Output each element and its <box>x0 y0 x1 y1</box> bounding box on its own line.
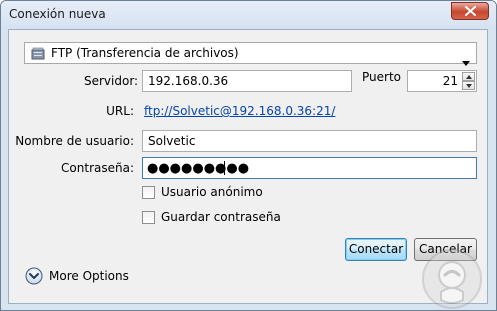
connection-type-select[interactable]: FTP (Transferencia de archivos) <box>24 42 477 66</box>
anonymous-user-label: Usuario anónimo <box>161 185 263 199</box>
title-bar[interactable]: Conexión nueva <box>1 1 496 29</box>
port-label: Puerto <box>362 70 401 84</box>
port-value: 21 <box>442 74 458 88</box>
username-label: Nombre de usuario: <box>15 134 134 148</box>
port-decrement-button[interactable] <box>462 81 475 90</box>
watermark-logo <box>421 248 483 310</box>
password-value: ●●●●●●●●● <box>147 161 250 176</box>
text-caret <box>224 161 225 175</box>
url-label: URL: <box>106 104 134 118</box>
spin-down-icon <box>466 84 472 88</box>
connect-button[interactable]: Conectar <box>345 238 407 261</box>
spin-up-icon <box>466 75 472 79</box>
more-options-label: More Options <box>49 269 129 283</box>
close-button[interactable] <box>451 2 489 20</box>
port-input[interactable]: 21 <box>407 70 477 92</box>
anonymous-user-option[interactable]: Usuario anónimo <box>142 185 282 201</box>
password-input[interactable]: ●●●●●●●●● <box>142 157 477 179</box>
username-input[interactable]: Solvetic <box>142 130 477 152</box>
connection-type-value: FTP (Transferencia de archivos) <box>51 46 239 60</box>
server-label: Servidor: <box>84 74 139 88</box>
server-input[interactable]: 192.168.0.36 <box>142 70 352 92</box>
dialog-body: FTP (Transferencia de archivos) Servidor… <box>8 29 488 309</box>
anonymous-user-checkbox[interactable] <box>142 186 155 199</box>
dropdown-arrow-icon[interactable] <box>462 51 470 70</box>
save-password-option[interactable]: Guardar contraseña <box>142 210 292 226</box>
chevron-down-circle-icon[interactable] <box>25 267 43 285</box>
port-increment-button[interactable] <box>462 72 475 81</box>
ftp-drive-icon <box>31 46 45 65</box>
password-label: Contraseña: <box>61 161 134 175</box>
window-title: Conexión nueva <box>9 7 106 21</box>
save-password-label: Guardar contraseña <box>161 210 281 224</box>
dialog-window: Conexión nueva FTP (Transferencia de arc… <box>0 0 497 311</box>
close-icon <box>465 6 476 16</box>
save-password-checkbox[interactable] <box>142 211 155 224</box>
url-link[interactable]: ftp://Solvetic@192.168.0.36:21/ <box>144 104 335 118</box>
